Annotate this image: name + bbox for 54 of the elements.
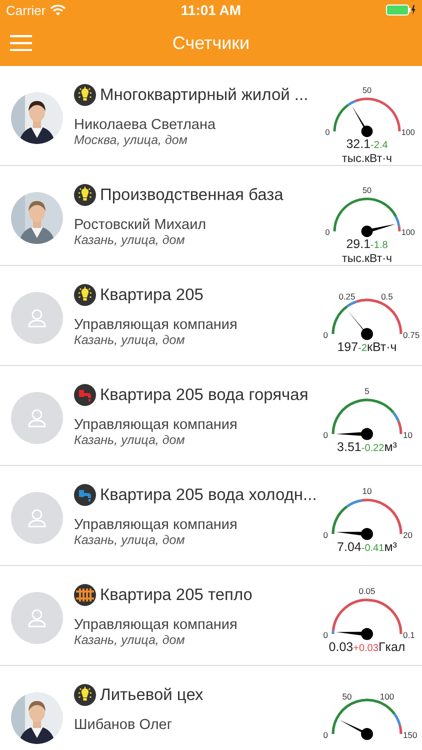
meter-row[interactable]: Литьевой цех Шибанов Олег 0 50 100 150 — [0, 666, 422, 750]
address-text: Москва, улица, дом — [74, 133, 188, 147]
meter-reading: 197-2кВт·ч — [337, 340, 397, 354]
address-text: Казань, улица, дом — [74, 433, 186, 447]
light-bulb-icon — [74, 84, 96, 106]
meter-reading: 7.04-0.41м³ — [337, 540, 397, 554]
owner-name: Управляющая компания — [74, 317, 238, 333]
screen-title: Счетчики — [172, 32, 250, 54]
owner-name: Шибанов Олег — [74, 717, 174, 733]
owner-name: Управляющая компания — [74, 617, 238, 633]
meter-row[interactable]: Квартира 205 вода холодн... Управляющая компания Казань, улица, дом 0 10 20 7.04-0.41м³ — [0, 466, 422, 566]
owner-name: Управляющая компания — [74, 517, 238, 533]
meter-row[interactable]: Квартира 205 тепло Управляющая компания Казань, улица, дом 0 0.05 0.1 0.03+0.03Гкал — [0, 566, 422, 666]
gauge-drawing: 0 5 10 — [312, 376, 422, 442]
light-bulb-icon — [74, 684, 96, 706]
person-icon — [27, 608, 47, 628]
address-text: Казань, улица, дом — [74, 333, 186, 347]
meter-reading: 29.1-1.8 — [346, 237, 388, 251]
meter-reading: 32.1-2.4 — [346, 137, 388, 151]
meter-reading: 0.03+0.03Гкал — [328, 640, 406, 654]
meter-row[interactable]: Квартира 205 вода горячая Управляющая компания Казань, улица, дом 0 5 10 3.51-0.22м³ — [0, 366, 422, 466]
address-text: Казань, улица, дом — [74, 533, 186, 547]
meter-row[interactable]: Квартира 205 Управляющая компания Казань, улица, дом 0 0.25 0.5 0.75 197-2кВт·ч — [0, 266, 422, 366]
meter-title: Квартира 205 тепло — [100, 586, 252, 604]
faucet-icon — [74, 384, 96, 406]
meter-title: Литьевой цех — [100, 686, 204, 704]
carrier-label: Carrier — [6, 2, 46, 18]
address-text: Казань, улица, дом — [74, 633, 186, 647]
gauge-drawing: 0 0.05 0.1 — [312, 576, 422, 642]
faucet-icon — [74, 484, 96, 506]
person-icon — [27, 308, 47, 328]
meter-title: Производственная база — [100, 186, 284, 204]
status-time: 11:01 AM — [180, 2, 242, 18]
meter-title: Квартира 205 — [100, 286, 204, 304]
gauge-drawing: 0 50 100 150 — [312, 676, 422, 742]
radiator-icon — [74, 584, 96, 606]
battery-icon — [386, 4, 416, 16]
person-icon — [27, 408, 47, 428]
owner-name: Николаева Светлана — [74, 117, 217, 133]
owner-name: Ростовский Михаил — [74, 217, 208, 233]
meter-reading: 3.51-0.22м³ — [337, 440, 397, 454]
unit-label: тыс.кВт·ч — [342, 253, 392, 265]
wifi-icon — [50, 4, 66, 16]
meter-title: Квартира 205 вода горячая — [100, 386, 308, 404]
meter-title: Многоквартирный жилой ... — [100, 86, 308, 104]
meter-title: Квартира 205 вода холодн... — [100, 486, 317, 504]
menu-icon[interactable] — [10, 35, 32, 51]
light-bulb-icon — [74, 184, 96, 206]
person-icon — [27, 508, 47, 528]
owner-name: Управляющая компания — [74, 417, 238, 433]
unit-label: тыс.кВт·ч — [342, 153, 392, 165]
gauge-drawing: 0 0.25 0.5 0.75 — [312, 276, 422, 342]
light-bulb-icon — [74, 284, 96, 306]
address-text: Казань, улица, дом — [74, 233, 186, 247]
